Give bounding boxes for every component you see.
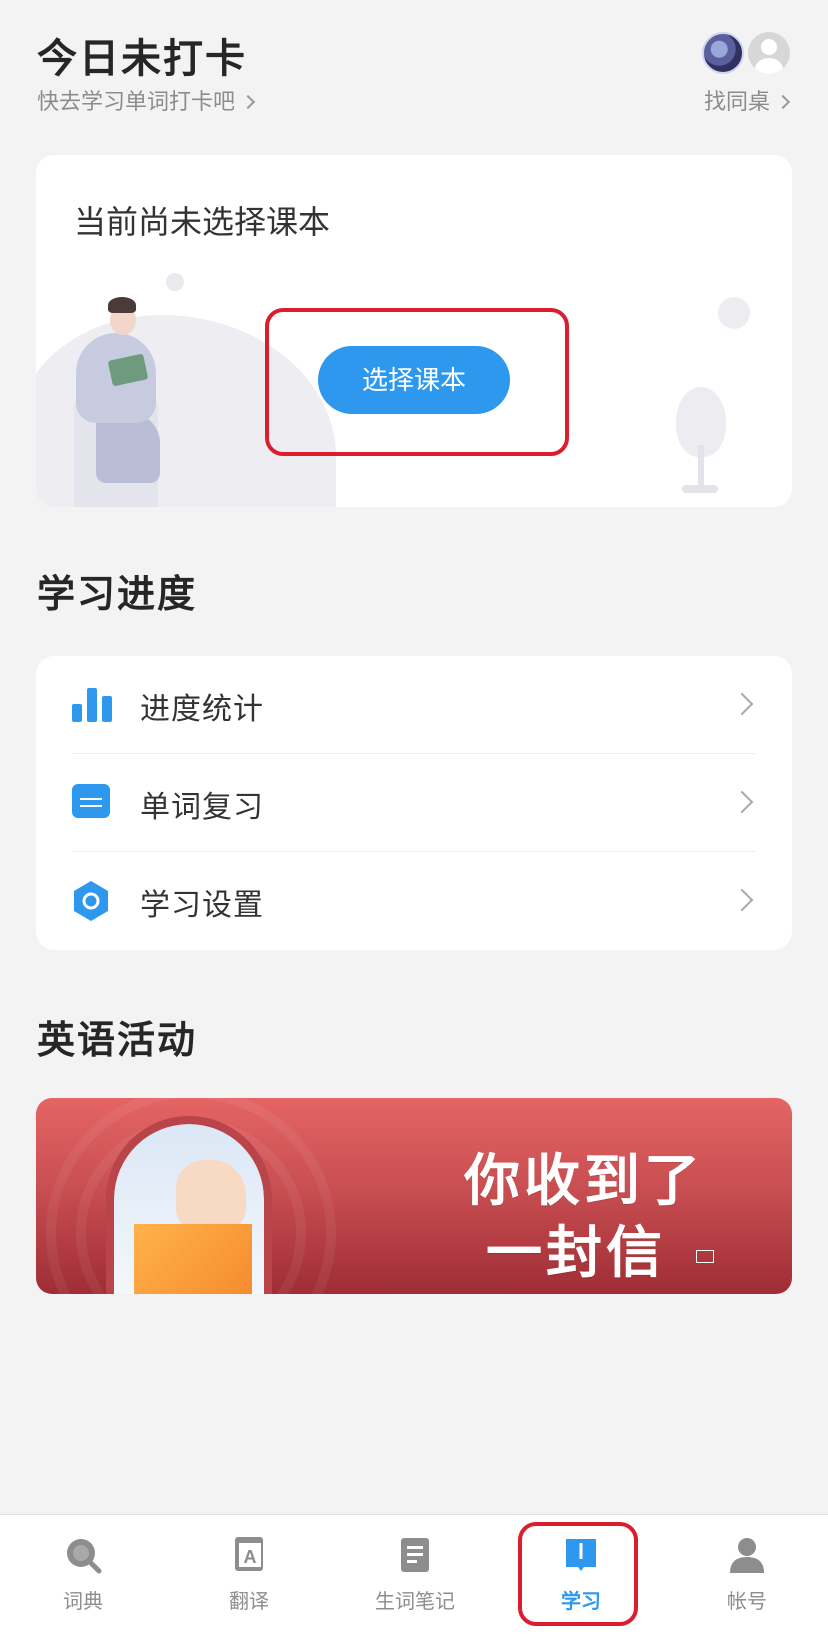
select-textbook-button[interactable]: 选择课本 <box>318 346 510 414</box>
reading-person-legs <box>96 413 160 483</box>
search-icon <box>67 1539 102 1574</box>
person-icon <box>730 1538 764 1573</box>
hand-illustration <box>176 1160 246 1230</box>
activities-section-title: 英语活动 <box>37 1018 198 1062</box>
letter-activity-banner[interactable]: 你收到了 一封信 <box>36 1098 792 1294</box>
checkin-status-title: 今日未打卡 <box>37 36 247 82</box>
banner-headline: 你收到了 <box>464 1148 704 1214</box>
checkin-prompt-link[interactable]: 快去学习单词打卡吧 <box>37 84 256 116</box>
tab-account[interactable]: 帐号 <box>664 1515 828 1636</box>
study-page: 今日未打卡 快去学习单词打卡吧 找同桌 当前尚未选择课本 选择课本 学习进度 进… <box>0 0 828 1636</box>
illustration-dot <box>718 297 750 329</box>
chevron-right-icon <box>730 790 754 814</box>
tree-base <box>682 485 718 493</box>
find-deskmate-label: 找同桌 <box>703 90 770 115</box>
bottom-tab-bar: 词典 A 翻译 生词笔记 学习 帐号 <box>0 1514 828 1636</box>
bar-chart-icon <box>72 688 112 722</box>
tab-translate[interactable]: A 翻译 <box>166 1515 332 1636</box>
list-item-label: 学习设置 <box>140 888 264 923</box>
find-deskmate-link[interactable]: 找同桌 <box>703 84 791 116</box>
progress-card: 进度统计 单词复习 学习设置 <box>36 656 792 950</box>
avatar <box>702 32 744 74</box>
tree-trunk <box>698 445 704 489</box>
tab-label: 学习 <box>561 1589 601 1613</box>
hexagon-settings-icon <box>74 881 108 921</box>
list-item-label: 单词复习 <box>140 790 264 825</box>
illustration-dot <box>166 273 184 291</box>
list-item-word-review[interactable]: 单词复习 <box>36 754 792 852</box>
notes-icon <box>401 1538 429 1572</box>
avatar-placeholder <box>748 32 790 74</box>
tab-dictionary[interactable]: 词典 <box>0 1515 166 1636</box>
tab-label: 词典 <box>63 1589 103 1613</box>
reading-person-hair <box>108 297 136 313</box>
chevron-right-icon <box>240 94 256 110</box>
envelope-illustration <box>134 1224 252 1294</box>
list-item-progress-stats[interactable]: 进度统计 <box>36 656 792 754</box>
card-stack-icon <box>72 784 110 818</box>
checkin-prompt-text: 快去学习单词打卡吧 <box>37 90 236 115</box>
chevron-right-icon <box>730 888 754 912</box>
tab-label: 翻译 <box>229 1589 269 1613</box>
chevron-right-icon <box>775 94 791 110</box>
tab-study[interactable]: 学习 <box>498 1515 664 1636</box>
banner-subheadline: 一封信 <box>486 1220 666 1286</box>
progress-section-title: 学习进度 <box>37 572 198 616</box>
chevron-right-icon <box>730 692 754 716</box>
textbook-card: 当前尚未选择课本 <box>36 155 792 507</box>
tab-label: 生词笔记 <box>375 1589 455 1613</box>
translate-icon: A <box>235 1537 263 1571</box>
mail-icon <box>696 1250 714 1263</box>
no-textbook-text: 当前尚未选择课本 <box>74 203 331 241</box>
svg-text:A: A <box>244 1547 257 1567</box>
deskmate-avatars[interactable] <box>702 32 792 76</box>
book-icon <box>566 1539 596 1571</box>
list-item-label: 进度统计 <box>140 692 264 727</box>
tab-vocab-notes[interactable]: 生词笔记 <box>332 1515 498 1636</box>
tab-label: 帐号 <box>727 1589 767 1613</box>
list-item-study-settings[interactable]: 学习设置 <box>36 852 792 950</box>
